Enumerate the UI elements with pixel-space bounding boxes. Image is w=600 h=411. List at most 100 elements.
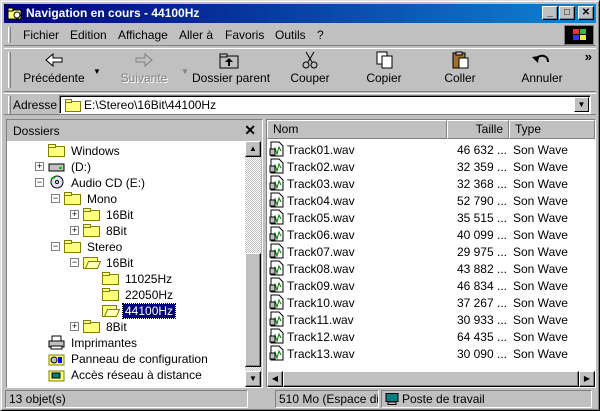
copy-button[interactable]: Copier [355,51,413,91]
scroll-thumb[interactable] [245,253,261,367]
tree-item[interactable]: + (D:) [35,159,237,175]
column-header-name[interactable]: Nom [267,120,447,139]
maximize-button[interactable]: □ [559,6,575,20]
toolbar-overflow-button[interactable]: » [585,49,592,64]
file-name: Track09.wav [287,279,355,293]
scroll-left-button[interactable]: ◀ [267,371,283,387]
column-header-type[interactable]: Type [509,120,595,139]
standard-toolbar: Précédente ▼ Suivante ▼ Dossier parent C… [4,48,596,92]
tree-item[interactable]: 22050Hz [102,287,237,303]
file-row[interactable]: Track12.wav 64 435 ... Son Wave [267,328,595,345]
tree-vertical-scrollbar[interactable]: ▲ ▼ [245,141,261,387]
tree-item[interactable]: − Stereo [51,239,237,257]
back-button[interactable]: Précédente [20,51,88,91]
file-row[interactable]: Track13.wav 30 090 ... Son Wave [267,345,595,362]
address-input[interactable]: E:\Stereo\16Bit\44100Hz [84,98,216,112]
address-dropdown-button[interactable]: ▼ [574,97,589,112]
file-row[interactable]: Track09.wav 46 834 ... Son Wave [267,277,595,294]
folder-icon [64,239,82,257]
status-bar: 13 objet(s) 510 Mo (Espace disque dis Po… [4,389,596,409]
menu-grip[interactable] [8,27,11,43]
folders-pane-close-button[interactable]: ✕ [244,122,256,139]
scroll-right-button[interactable]: ▶ [579,371,595,387]
file-row[interactable]: Track04.wav 52 790 ... Son Wave [267,192,595,209]
tree-item[interactable]: − Audio CD (E:) [35,175,237,191]
back-arrow-icon [45,52,63,68]
file-row[interactable]: Track08.wav 43 882 ... Son Wave [267,260,595,277]
tree-item[interactable]: 11025Hz [102,271,237,287]
collapse-icon[interactable]: − [51,194,60,203]
expand-icon[interactable]: + [70,226,79,235]
menu-help[interactable]: ? [317,28,324,42]
column-header-size[interactable]: Taille [447,120,509,139]
up-folder-button[interactable]: Dossier parent [192,51,270,91]
dialup-network-icon [48,367,66,385]
menu-aller-a[interactable]: Aller à [179,28,213,42]
toolbar-grip[interactable] [8,52,11,88]
computer-icon [385,393,399,405]
file-row[interactable]: Track06.wav 40 099 ... Son Wave [267,226,595,243]
undo-button[interactable]: Annuler [512,51,572,91]
expand-icon[interactable]: + [35,162,44,171]
tree-item[interactable]: Accès réseau à distance [48,367,237,383]
file-row[interactable]: Track02.wav 32 359 ... Son Wave [267,158,595,175]
tree-item[interactable]: +8Bit [70,319,237,335]
back-dropdown-icon[interactable]: ▼ [93,67,101,76]
collapse-icon[interactable]: − [51,242,60,251]
file-type: Son Wave [513,279,568,293]
tree-item-label: 11025Hz [125,272,173,286]
file-size: 46 834 ... [456,279,507,293]
list-horizontal-scrollbar[interactable]: ◀ ▶ [267,371,595,387]
tree-item-label: Accès réseau à distance [71,368,202,382]
cut-button[interactable]: Couper [280,51,340,91]
tree-item-label: (D:) [71,160,91,174]
file-type: Son Wave [513,245,568,259]
file-row[interactable]: Track03.wav 32 368 ... Son Wave [267,175,595,192]
hscroll-thumb[interactable] [283,371,579,387]
file-row[interactable]: Track01.wav 46 632 ... Son Wave [267,141,595,158]
tree-item-label: 22050Hz [125,288,174,302]
tree-item[interactable]: +8Bit [70,223,237,239]
tree-item[interactable]: +Windows [48,143,237,159]
tree-item[interactable]: − 16Bit [70,255,237,271]
menu-bar: Fichier Edition Affichage Aller à Favori… [4,24,596,46]
up-folder-label: Dossier parent [192,71,271,85]
tree-item[interactable]: +16Bit [70,207,237,223]
file-row[interactable]: Track07.wav 29 975 ... Son Wave [267,243,595,260]
forward-dropdown-icon[interactable]: ▼ [181,67,189,76]
tree-item[interactable]: 44100Hz [102,303,237,319]
tree-item-label: 16Bit [106,208,134,222]
tree-item-label: Imprimantes [71,336,138,350]
close-button[interactable]: ✕ [578,6,594,20]
menu-edition[interactable]: Edition [70,28,107,42]
scroll-up-button[interactable]: ▲ [245,141,261,157]
file-name: Track03.wav [287,177,355,191]
collapse-icon[interactable]: − [70,258,79,267]
file-type: Son Wave [513,262,568,276]
expand-icon[interactable]: + [70,322,79,331]
menu-fichier[interactable]: Fichier [23,28,59,42]
forward-button[interactable]: Suivante [112,51,176,91]
menu-outils[interactable]: Outils [275,28,306,42]
scroll-down-button[interactable]: ▼ [245,371,261,387]
file-name: Track10.wav [287,296,355,310]
tree-item[interactable]: Imprimantes [48,335,237,351]
menu-favoris[interactable]: Favoris [225,28,264,42]
tree-item[interactable]: − Mono [51,191,237,207]
wave-sound-icon [269,345,285,364]
file-row[interactable]: Track05.wav 35 515 ... Son Wave [267,209,595,226]
menu-affichage[interactable]: Affichage [118,28,168,42]
tree-item[interactable]: Panneau de configuration [48,351,237,367]
file-row[interactable]: Track10.wav 37 267 ... Son Wave [267,294,595,311]
title-bar[interactable]: Navigation en cours - 44100Hz _ □ ✕ [4,4,596,23]
collapse-icon[interactable]: − [35,178,44,187]
paste-button[interactable]: Coller [431,51,489,91]
file-size: 30 090 ... [456,347,507,361]
minimize-button[interactable]: _ [542,6,558,20]
address-grip[interactable] [8,96,11,114]
folders-pane-header: Dossiers ✕ [7,120,262,141]
expand-icon[interactable]: + [70,210,79,219]
file-row[interactable]: Track11.wav 30 933 ... Son Wave [267,311,595,328]
address-combobox[interactable]: E:\Stereo\16Bit\44100Hz ▼ [59,95,591,114]
undo-icon [532,54,549,63]
